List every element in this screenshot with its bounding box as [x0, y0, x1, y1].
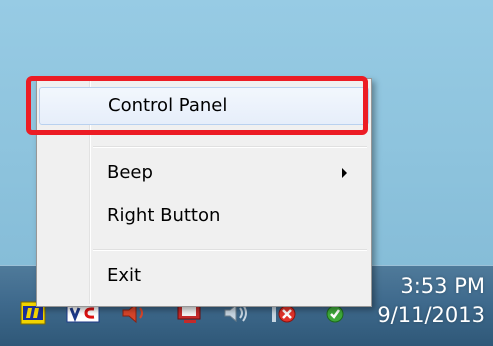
submenu-arrow-icon: [342, 168, 347, 178]
menu-item-label: Exit: [107, 265, 142, 286]
taskbar-clock[interactable]: 3:53 PM 9/11/2013: [375, 272, 485, 330]
menu-separator: [93, 249, 367, 251]
menu-item-right-button[interactable]: Right Button: [39, 198, 369, 234]
highlight-annotation-box: [26, 76, 368, 135]
clock-time: 3:53 PM: [400, 274, 485, 298]
clock-date: 9/11/2013: [377, 303, 485, 327]
menu-item-label: Beep: [107, 162, 153, 183]
menu-item-exit[interactable]: Exit: [39, 258, 369, 294]
menu-item-label: Right Button: [107, 205, 221, 226]
menu-separator: [93, 146, 367, 148]
menu-item-beep[interactable]: Beep: [39, 155, 369, 191]
